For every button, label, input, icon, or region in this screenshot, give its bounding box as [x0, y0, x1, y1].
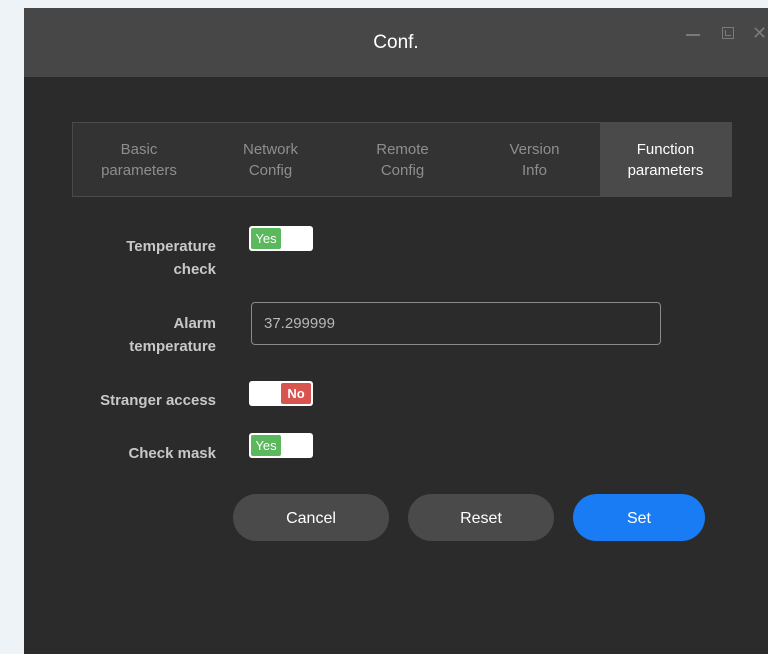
temperature-check-label: Temperature check [126, 238, 216, 278]
stranger-access-label: Stranger access [100, 392, 216, 409]
tab-version-info[interactable]: Version Info [469, 123, 600, 196]
set-button[interactable]: Set [573, 494, 705, 541]
tab-network-config[interactable]: Network Config [205, 123, 336, 196]
title-bar[interactable]: Conf. ✕ [24, 8, 768, 77]
alarm-temperature-label: Alarm temperature [129, 315, 216, 355]
tab-bar: Basic parameters Network Config Remote C… [72, 122, 732, 197]
toggle-yes-knob: Yes [251, 228, 281, 249]
toggle-yes-knob: Yes [251, 435, 281, 456]
cancel-button[interactable]: Cancel [233, 494, 389, 541]
check-mask-toggle[interactable]: Yes [249, 433, 313, 458]
close-icon[interactable]: ✕ [752, 24, 768, 44]
check-mask-label: Check mask [128, 445, 216, 462]
config-window: Conf. ✕ Basic parameters Network Config … [24, 8, 768, 654]
maximize-icon[interactable] [720, 24, 738, 44]
reset-button[interactable]: Reset [408, 494, 554, 541]
window-title: Conf. [373, 32, 419, 53]
minimize-icon[interactable] [684, 24, 702, 44]
tab-basic-parameters[interactable]: Basic parameters [73, 123, 205, 196]
toggle-no-knob: No [281, 383, 311, 404]
alarm-temperature-input[interactable] [251, 302, 661, 345]
tab-remote-config[interactable]: Remote Config [336, 123, 469, 196]
stranger-access-toggle[interactable]: No [249, 381, 313, 406]
temperature-check-toggle[interactable]: Yes [249, 226, 313, 251]
tab-function-parameters[interactable]: Function parameters [600, 123, 731, 196]
